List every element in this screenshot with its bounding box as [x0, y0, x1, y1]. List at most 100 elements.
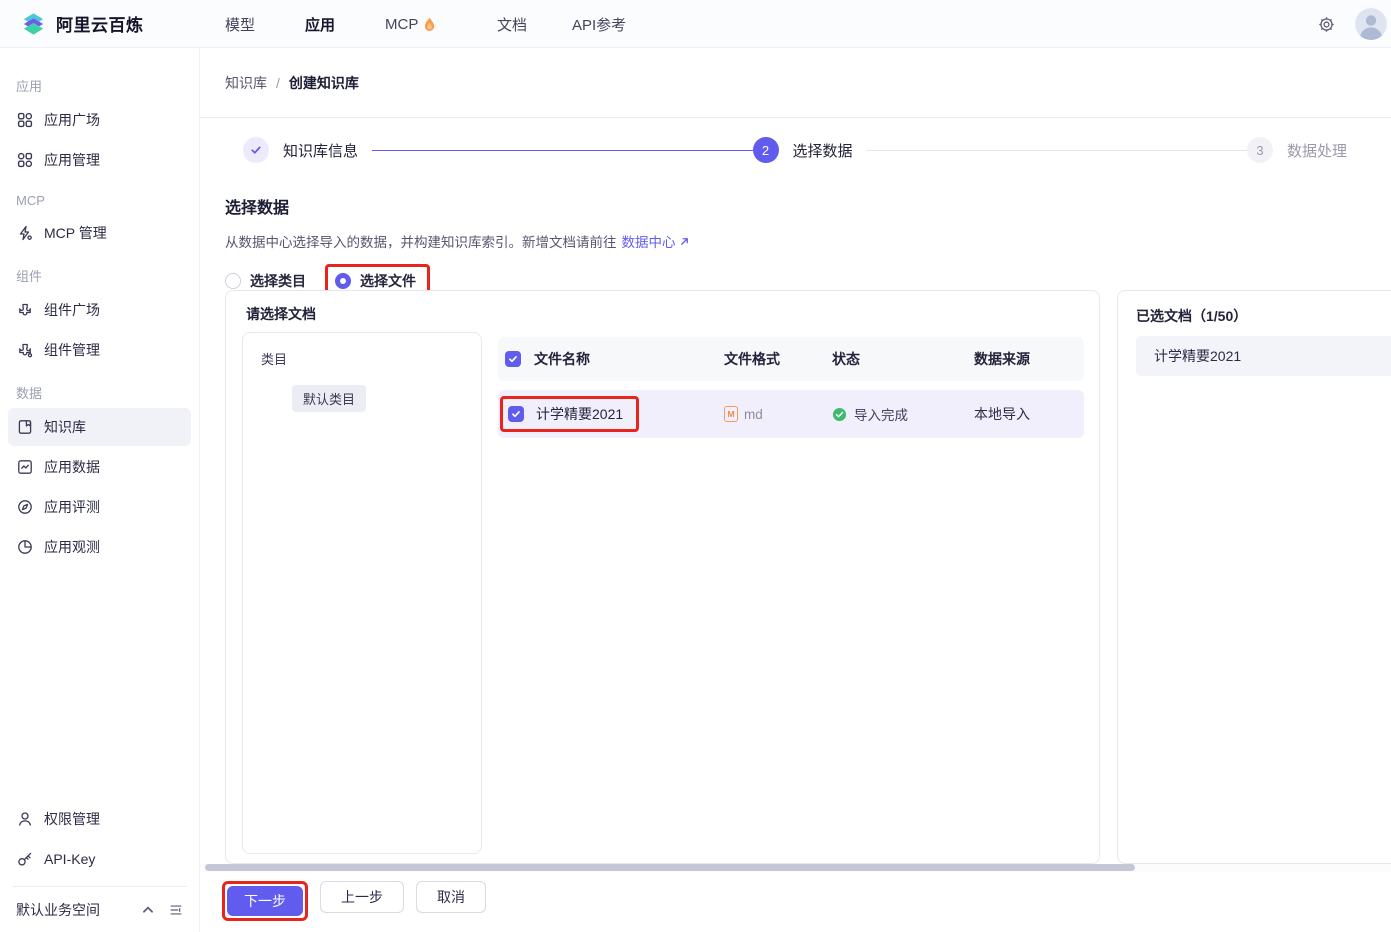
sidebar-item-permission-management[interactable]: 权限管理 — [8, 800, 191, 838]
section-title: 选择数据 — [225, 200, 290, 217]
sidebar-section-components: 组件 — [16, 269, 43, 284]
sidebar-item-component-marketplace[interactable]: 组件广场 — [8, 291, 191, 329]
wizard-footer: 下一步 上一步 取消 — [200, 872, 1391, 932]
step3-circle: 3 — [1247, 137, 1273, 163]
compass-icon — [17, 499, 33, 515]
line-chart-icon — [17, 459, 33, 475]
step2-circle: 2 — [752, 137, 779, 163]
sidebar-item-app-management[interactable]: 应用管理 — [8, 141, 191, 179]
sidebar-item-app-evaluation[interactable]: 应用评测 — [8, 488, 191, 526]
row-file-name: 计学精要2021 — [536, 406, 624, 422]
workspace-switcher[interactable]: 默认业务空间 — [0, 887, 199, 932]
select-all-checkbox[interactable] — [505, 351, 521, 367]
row-name-area: 计学精要2021 — [498, 396, 692, 432]
nav-apps[interactable]: 应用 — [305, 0, 335, 48]
radio-select-category[interactable]: 选择类目 — [225, 271, 306, 291]
step-data-processing: 3 数据处理 — [1247, 137, 1361, 163]
cancel-button[interactable]: 取消 — [416, 881, 486, 913]
nav-models[interactable]: 模型 — [225, 0, 255, 48]
zap-icon — [17, 225, 33, 241]
selected-documents-panel: 已选文档（1/50） 计学精要2021 — [1117, 290, 1391, 864]
check-icon — [251, 146, 261, 154]
sidebar-section-apps: 应用 — [16, 79, 43, 94]
selected-doc-item[interactable]: 计学精要2021 — [1136, 336, 1391, 376]
row-checkbox[interactable] — [508, 406, 524, 422]
row-status-cell: 导入完成 — [812, 404, 954, 424]
nav-api-reference[interactable]: API参考 — [572, 0, 626, 48]
workspace-name: 默认业务空间 — [16, 901, 100, 918]
picker-title: 请选择文档 — [246, 306, 316, 322]
step-knowledge-base-info: 知识库信息 — [243, 137, 372, 163]
horizontal-scrollbar — [200, 864, 1391, 872]
data-center-link[interactable]: 数据中心 — [622, 231, 690, 251]
page-title: 创建知识库 — [288, 74, 359, 91]
sidebar-section-data: 数据 — [16, 386, 43, 401]
nav-mcp[interactable]: MCP — [385, 0, 436, 48]
puzzle-icon — [17, 302, 33, 318]
next-step-button[interactable]: 下一步 — [227, 886, 303, 916]
breadcrumb-knowledge-base[interactable]: 知识库 — [225, 73, 267, 93]
radio-checked-icon[interactable] — [335, 273, 351, 289]
header-file-format: 文件格式 — [692, 349, 812, 369]
sidebar-item-mcp-management[interactable]: MCP 管理 — [8, 214, 191, 252]
category-tree-panel: 类目 默认类目 — [242, 332, 482, 854]
selected-docs-title: 已选文档（1/50） — [1136, 308, 1248, 324]
check-icon — [509, 356, 517, 363]
settings-gear-icon[interactable] — [1318, 16, 1335, 33]
external-link-icon — [680, 237, 688, 245]
user-icon — [17, 811, 33, 827]
nav-docs[interactable]: 文档 — [497, 0, 527, 48]
sidebar-item-app-marketplace[interactable]: 应用广场 — [8, 101, 191, 139]
check-icon — [512, 411, 520, 418]
breadcrumb-separator: / — [276, 74, 280, 91]
topbar: 阿里云百炼 模型 应用 MCP 文档 API参考 — [0, 0, 1391, 48]
sidebar-item-component-management[interactable]: 组件管理 — [8, 331, 191, 369]
scrollbar-thumb[interactable] — [205, 864, 1135, 871]
user-avatar[interactable] — [1355, 8, 1387, 40]
key-icon — [17, 851, 33, 867]
bailian-logo-icon — [20, 10, 47, 37]
sidebar: 应用 应用广场 应用管理 MCP MCP 管理 组件 组件广场 组件管理 数据 … — [0, 48, 200, 932]
radio-select-file[interactable]: 选择文件 — [335, 271, 416, 291]
previous-step-button[interactable]: 上一步 — [320, 881, 404, 913]
book-bookmark-icon — [17, 419, 33, 435]
sidebar-item-api-key[interactable]: API-Key — [8, 840, 191, 878]
sidebar-bottom: 权限管理 API-Key 默认业务空间 — [0, 798, 199, 932]
row-data-source-cell: 本地导入 — [974, 406, 1030, 422]
logo[interactable]: 阿里云百炼 — [20, 10, 144, 37]
pie-chart-icon — [17, 539, 33, 555]
collapse-sidebar-icon[interactable] — [169, 903, 183, 917]
sidebar-item-knowledge-base[interactable]: 知识库 — [8, 408, 191, 446]
category-default-tag[interactable]: 默认类目 — [292, 385, 367, 412]
chevron-up-icon[interactable] — [141, 903, 155, 917]
puzzle-icon — [17, 342, 33, 358]
markdown-file-icon — [724, 406, 738, 422]
table-header-row: 文件名称 文件格式 状态 数据来源 — [498, 337, 1084, 381]
select-data-section: 选择数据 从数据中心选择导入的数据，并构建知识库索引。新增文档请前往 数据中心 … — [225, 188, 1391, 298]
header-status: 状态 — [812, 349, 954, 369]
grid-icon — [17, 152, 33, 168]
step-select-data: 2 选择数据 — [752, 137, 867, 163]
breadcrumb: 知识库 / 创建知识库 — [200, 48, 1391, 118]
annotation-box-next-button: 下一步 — [222, 881, 308, 921]
category-header: 类目 — [261, 352, 288, 367]
annotation-box-selected-row: 计学精要2021 — [500, 396, 640, 432]
table-row[interactable]: 计学精要2021 md 导入完成 本地导入 — [498, 390, 1084, 438]
flame-icon — [423, 17, 436, 32]
header-file-name: 文件名称 — [534, 351, 590, 367]
sidebar-item-app-observation[interactable]: 应用观测 — [8, 528, 191, 566]
stepper-connector-pending — [866, 149, 1247, 151]
wizard-stepper: 知识库信息 2 选择数据 3 数据处理 — [243, 137, 1361, 163]
step1-done-circle — [243, 137, 269, 163]
sidebar-section-mcp: MCP — [16, 193, 45, 208]
documents-table: 文件名称 文件格式 状态 数据来源 计学精要2021 md — [498, 337, 1084, 438]
app-title: 阿里云百炼 — [56, 16, 144, 35]
document-picker-panel: 请选择文档 类目 默认类目 文件名称 文件格式 状态 数据来源 计学精要2021… — [225, 290, 1100, 864]
row-file-format-cell: md — [692, 406, 812, 422]
radio-unchecked-icon[interactable] — [225, 273, 241, 289]
header-checkbox-cell — [498, 351, 521, 367]
main-content: 知识库 / 创建知识库 知识库信息 2 选择数据 3 数据处理 选择数据 从数据… — [200, 48, 1391, 932]
sidebar-item-app-data[interactable]: 应用数据 — [8, 448, 191, 486]
success-check-icon — [832, 407, 847, 421]
section-description: 从数据中心选择导入的数据，并构建知识库索引。新增文档请前往 数据中心 — [225, 231, 1391, 251]
